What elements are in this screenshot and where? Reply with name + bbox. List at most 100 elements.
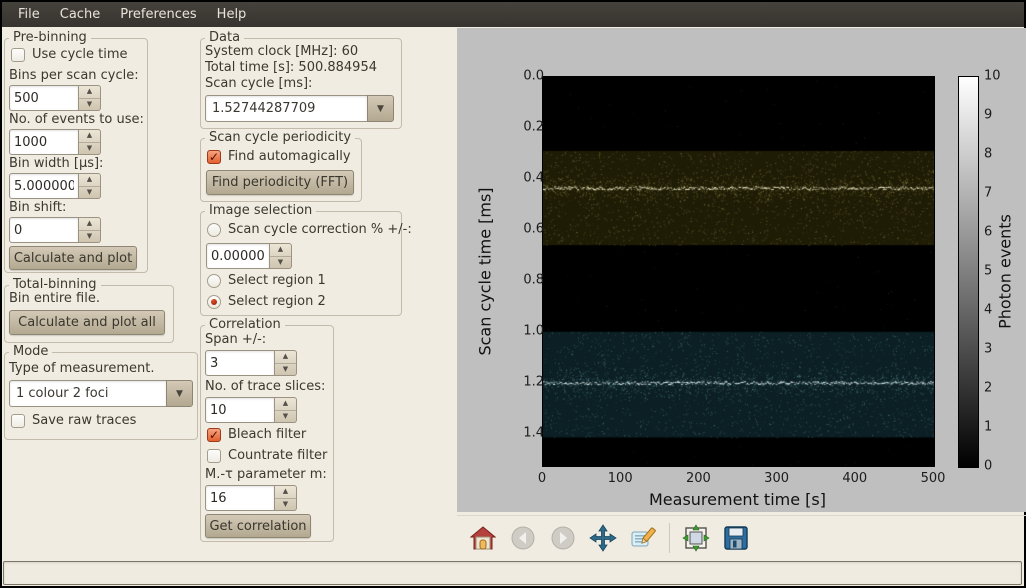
pre-binning-frame: Pre-binning Use cycle time Bins per scan… xyxy=(4,38,148,273)
spin-buttons[interactable]: ▲▼ xyxy=(270,243,292,269)
periodicity-frame: Scan cycle periodicity ✓ Find automagica… xyxy=(200,138,362,202)
checkbox-checked-icon[interactable]: ✓ xyxy=(207,150,221,164)
checkbox-icon[interactable] xyxy=(207,449,221,463)
spin-buttons[interactable]: ▲▼ xyxy=(79,217,101,243)
menu-preferences[interactable]: Preferences xyxy=(110,4,206,25)
span-input[interactable] xyxy=(205,350,275,376)
heatmap-axes[interactable] xyxy=(542,76,935,467)
pan-icon xyxy=(589,524,617,552)
home-button[interactable] xyxy=(469,524,497,552)
trace-slices-spinbox: ▲▼ xyxy=(205,397,297,423)
spin-down-icon[interactable]: ▼ xyxy=(275,364,296,376)
checkbox-icon[interactable] xyxy=(11,48,25,62)
x-tick-label: 100 xyxy=(608,471,633,486)
colorbar-tick-label: 0 xyxy=(984,459,992,474)
bin-entire-file-label: Bin entire file. xyxy=(9,291,100,306)
x-tick-label: 400 xyxy=(842,471,867,486)
calculate-and-plot-button[interactable]: Calculate and plot xyxy=(9,246,137,270)
chevron-down-icon[interactable]: ▼ xyxy=(367,95,394,122)
checkbox-icon[interactable] xyxy=(11,414,25,428)
chevron-down-icon[interactable]: ▼ xyxy=(166,380,193,407)
spin-buttons[interactable]: ▲▼ xyxy=(79,85,101,111)
spin-up-icon[interactable]: ▲ xyxy=(275,486,296,499)
spin-up-icon[interactable]: ▲ xyxy=(79,174,100,187)
radio-icon[interactable] xyxy=(207,223,221,237)
find-periodicity-button[interactable]: Find periodicity (FFT) xyxy=(206,170,354,195)
bin-shift-input[interactable] xyxy=(9,217,79,243)
colorbar-tick-label: 1 xyxy=(984,420,992,435)
y-tick-label: 0.4 xyxy=(523,170,544,185)
spin-buttons[interactable]: ▲▼ xyxy=(275,397,297,423)
bin-width-spinbox: ▲▼ xyxy=(9,173,101,199)
pan-button[interactable] xyxy=(589,524,617,552)
get-correlation-button[interactable]: Get correlation xyxy=(205,514,311,538)
bin-shift-label: Bin shift: xyxy=(9,200,66,215)
calculate-and-plot-all-button[interactable]: Calculate and plot all xyxy=(9,310,165,335)
x-tick-label: 200 xyxy=(686,471,711,486)
scan-cycle-correction-radio[interactable]: Scan cycle correction % +/-: xyxy=(207,222,412,237)
spin-up-icon[interactable]: ▲ xyxy=(270,244,291,257)
scan-cycle-value[interactable]: 1.52744287709 xyxy=(205,95,367,122)
events-input[interactable] xyxy=(9,129,79,155)
spin-down-icon[interactable]: ▼ xyxy=(270,257,291,269)
spin-down-icon[interactable]: ▼ xyxy=(79,143,100,155)
measurement-type-combobox[interactable]: 1 colour 2 foci ▼ xyxy=(9,380,193,407)
trace-slices-input[interactable] xyxy=(205,397,275,423)
spin-up-icon[interactable]: ▲ xyxy=(275,398,296,411)
colorbar-tick-label: 9 xyxy=(984,108,992,123)
spin-up-icon[interactable]: ▲ xyxy=(79,86,100,99)
spin-buttons[interactable]: ▲▼ xyxy=(275,485,297,511)
y-tick-label: 0.8 xyxy=(523,272,544,287)
save-raw-traces-label: Save raw traces xyxy=(32,413,136,428)
find-automagically-label: Find automagically xyxy=(228,149,351,164)
save-button[interactable] xyxy=(722,524,750,552)
menu-cache[interactable]: Cache xyxy=(50,4,110,25)
image-selection-title: Image selection xyxy=(205,203,316,218)
find-automagically-checkbox[interactable]: ✓ Find automagically xyxy=(207,149,351,164)
colorbar-tick-label: 2 xyxy=(984,381,992,396)
correction-input[interactable] xyxy=(206,243,270,269)
spin-buttons[interactable]: ▲▼ xyxy=(79,129,101,155)
subplots-button[interactable] xyxy=(682,524,710,552)
back-button[interactable] xyxy=(509,524,537,552)
y-tick-label: 1.2 xyxy=(523,374,544,389)
menu-file[interactable]: File xyxy=(8,4,50,25)
radio-selected-icon[interactable] xyxy=(207,295,221,309)
spin-down-icon[interactable]: ▼ xyxy=(79,187,100,199)
spin-up-icon[interactable]: ▲ xyxy=(79,218,100,231)
bleach-filter-checkbox[interactable]: ✓ Bleach filter xyxy=(207,427,306,442)
save-raw-traces-checkbox[interactable]: Save raw traces xyxy=(11,413,136,428)
mtau-input[interactable] xyxy=(205,485,275,511)
plot-figure: 0.00.20.40.60.81.01.21.40100200300400500… xyxy=(457,28,1026,512)
spin-down-icon[interactable]: ▼ xyxy=(79,231,100,243)
menu-help[interactable]: Help xyxy=(207,4,257,25)
forward-button[interactable] xyxy=(549,524,577,552)
measurement-type-value[interactable]: 1 colour 2 foci xyxy=(9,380,166,407)
countrate-filter-checkbox[interactable]: Countrate filter xyxy=(207,448,327,463)
data-title: Data xyxy=(205,30,244,45)
bin-width-input[interactable] xyxy=(9,173,79,199)
spin-up-icon[interactable]: ▲ xyxy=(275,351,296,364)
spin-down-icon[interactable]: ▼ xyxy=(275,411,296,423)
spin-down-icon[interactable]: ▼ xyxy=(79,99,100,111)
bins-per-cycle-input[interactable] xyxy=(9,85,79,111)
spin-up-icon[interactable]: ▲ xyxy=(79,130,100,143)
mode-frame: Mode Type of measurement. 1 colour 2 foc… xyxy=(4,352,198,440)
zoom-rect-button[interactable] xyxy=(629,524,657,552)
use-cycle-time-checkbox[interactable]: Use cycle time xyxy=(11,47,128,62)
heatmap-canvas[interactable] xyxy=(543,77,934,466)
select-region-2-radio[interactable]: Select region 2 xyxy=(207,294,326,309)
subplots-icon xyxy=(682,524,710,552)
spin-buttons[interactable]: ▲▼ xyxy=(79,173,101,199)
scan-cycle-combobox[interactable]: 1.52744287709 ▼ xyxy=(205,95,394,122)
spin-down-icon[interactable]: ▼ xyxy=(275,499,296,511)
status-entry[interactable] xyxy=(3,561,1022,585)
radio-icon[interactable] xyxy=(207,274,221,288)
mode-title: Mode xyxy=(9,344,52,359)
select-region-1-radio[interactable]: Select region 1 xyxy=(207,273,326,288)
spin-buttons[interactable]: ▲▼ xyxy=(275,350,297,376)
system-clock-label: System clock [MHz]: 60 xyxy=(205,44,358,59)
checkbox-checked-icon[interactable]: ✓ xyxy=(207,428,221,442)
y-tick-label: 0.2 xyxy=(523,119,544,134)
y-axis-label: Scan cycle time [ms] xyxy=(476,112,495,432)
